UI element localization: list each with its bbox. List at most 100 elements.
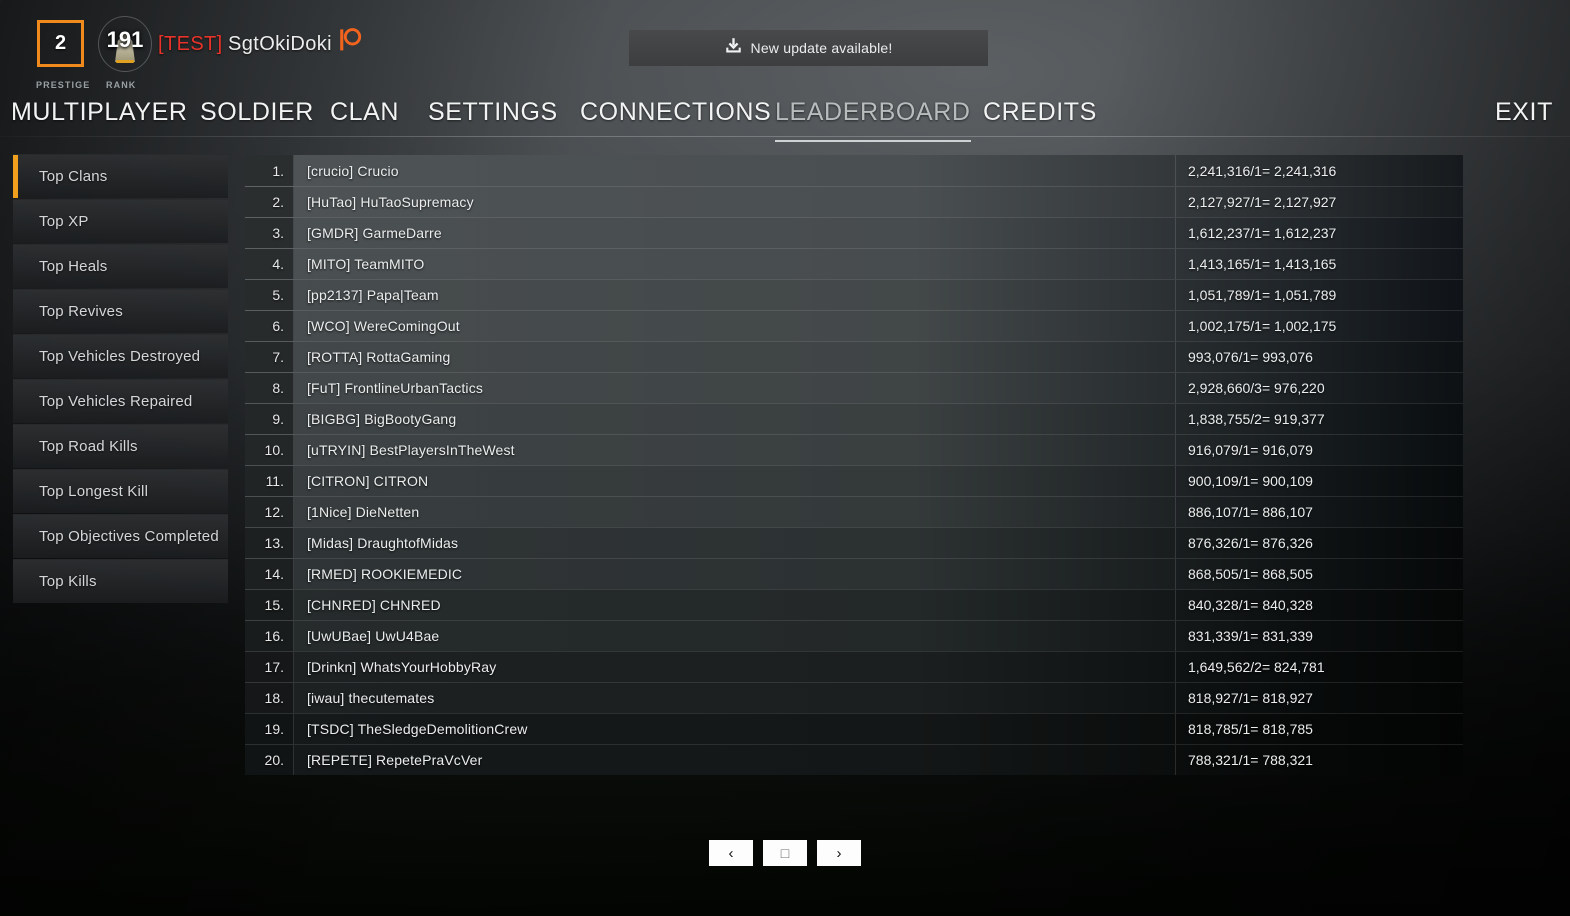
- prev-page-button[interactable]: ‹: [709, 840, 753, 866]
- nav-tab-label: LEADERBOARD: [775, 98, 971, 126]
- sidebar-item-label: Top Heals: [39, 258, 108, 275]
- row-rank: 1.: [245, 155, 294, 186]
- leaderboard-row[interactable]: 16. [UwUBae] UwU4Bae 831,339/1= 831,339: [245, 620, 1463, 651]
- row-rank: 4.: [245, 249, 294, 279]
- sidebar-item-label: Top Road Kills: [39, 438, 138, 455]
- sidebar-item-label: Top Clans: [39, 168, 108, 185]
- leaderboard-row[interactable]: 20. [REPETE] RepetePraVcVer 788,321/1= 788…: [245, 744, 1463, 775]
- current-page-button[interactable]: □: [763, 840, 807, 866]
- leaderboard-row[interactable]: 11. [CITRON] CITRON 900,109/1= 900,109: [245, 465, 1463, 496]
- leaderboard-row[interactable]: 19. [TSDC] TheSledgeDemolitionCrew 818,785…: [245, 713, 1463, 744]
- leaderboard-row[interactable]: 8. [FuT] FrontlineUrbanTactics 2,928,660/3…: [245, 372, 1463, 403]
- leaderboard-row[interactable]: 9. [BIGBG] BigBootyGang 1,838,755/2= 919,3…: [245, 403, 1463, 434]
- row-rank: 14.: [245, 559, 294, 589]
- row-rank: 7.: [245, 342, 294, 372]
- row-rank: 11.: [245, 466, 294, 496]
- row-score: 868,505/1= 868,505: [1175, 559, 1463, 589]
- main-navigation: MULTIPLAYER SOLDIER CLAN SETTINGS CONNECTION…: [0, 98, 1570, 142]
- leaderboard-row[interactable]: 12. [1Nice] DieNetten 886,107/1= 886,107: [245, 496, 1463, 527]
- row-rank: 9.: [245, 404, 294, 434]
- leaderboard-row[interactable]: 3. [GMDR] GarmeDarre 1,612,237/1= 1,612,23…: [245, 217, 1463, 248]
- row-score: 2,241,316/1= 2,241,316: [1175, 155, 1463, 186]
- row-clan-name: [RMED] ROOKIEMEDIC: [307, 566, 463, 582]
- row-rank: 5.: [245, 280, 294, 310]
- row-score: 788,321/1= 788,321: [1175, 745, 1463, 775]
- patreon-icon[interactable]: [338, 28, 362, 52]
- row-rank: 2.: [245, 187, 294, 217]
- row-rank: 6.: [245, 311, 294, 341]
- row-score: 1,838,755/2= 919,377: [1175, 404, 1463, 434]
- exit-label: EXIT: [1495, 98, 1553, 126]
- sidebar-item-label: Top Revives: [39, 303, 123, 320]
- leaderboard-row[interactable]: 2. [HuTao] HuTaoSupremacy 2,127,927/1= 2,1…: [245, 186, 1463, 217]
- sidebar-item-top-revives[interactable]: Top Revives: [13, 289, 228, 333]
- row-rank: 16.: [245, 621, 294, 651]
- sidebar-item-top-objectives-completed[interactable]: Top Objectives Completed: [13, 514, 228, 558]
- nav-tab-label: MULTIPLAYER: [11, 98, 188, 126]
- nav-tab-multiplayer[interactable]: MULTIPLAYER: [11, 98, 188, 136]
- update-banner-text: New update available!: [750, 40, 893, 56]
- nav-tab-clan[interactable]: CLAN: [330, 98, 399, 136]
- leaderboard-row[interactable]: 15. [CHNRED] CHNRED 840,328/1= 840,328: [245, 589, 1463, 620]
- nav-tab-leaderboard[interactable]: LEADERBOARD: [775, 98, 971, 142]
- rank-chevron-icon: [116, 60, 134, 63]
- rank-label: RANK: [106, 80, 137, 90]
- leaderboard-row[interactable]: 13. [Midas] DraughtofMidas 876,326/1= 876,…: [245, 527, 1463, 558]
- exit-button[interactable]: EXIT: [1495, 98, 1553, 136]
- row-clan-name: [BIGBG] BigBootyGang: [307, 411, 457, 427]
- row-score: 886,107/1= 886,107: [1175, 497, 1463, 527]
- sidebar-item-top-vehicles-repaired[interactable]: Top Vehicles Repaired: [13, 379, 228, 423]
- nav-tab-credits[interactable]: CREDITS: [983, 98, 1097, 136]
- nav-tab-settings[interactable]: SETTINGS: [428, 98, 558, 136]
- row-clan-name: [uTRYIN] BestPlayersInTheWest: [307, 442, 515, 458]
- nav-tab-connections[interactable]: CONNECTIONS: [580, 98, 771, 136]
- nav-tab-label: SOLDIER: [200, 98, 314, 126]
- leaderboard-row[interactable]: 6. [WCO] WereComingOut 1,002,175/1= 1,002,…: [245, 310, 1463, 341]
- sidebar-item-top-vehicles-destroyed[interactable]: Top Vehicles Destroyed: [13, 334, 228, 378]
- leaderboard-row[interactable]: 14. [RMED] ROOKIEMEDIC 868,505/1= 868,505: [245, 558, 1463, 589]
- sidebar-item-top-xp[interactable]: Top XP: [13, 199, 228, 243]
- sidebar-item-label: Top Vehicles Destroyed: [39, 348, 201, 365]
- row-score: 831,339/1= 831,339: [1175, 621, 1463, 651]
- row-score: 2,928,660/3= 976,220: [1175, 373, 1463, 403]
- download-icon: [725, 37, 742, 59]
- sidebar-item-top-kills[interactable]: Top Kills: [13, 559, 228, 603]
- leaderboard-table: 1. [crucio] Crucio 2,241,316/1= 2,241,316 2…: [245, 155, 1463, 775]
- row-score: 900,109/1= 900,109: [1175, 466, 1463, 496]
- leaderboard-row[interactable]: 7. [ROTTA] RottaGaming 993,076/1= 993,076: [245, 341, 1463, 372]
- nav-tab-label: CLAN: [330, 98, 400, 126]
- row-score: 1,649,562/2= 824,781: [1175, 652, 1463, 682]
- sidebar-item-top-longest-kill[interactable]: Top Longest Kill: [13, 469, 228, 513]
- leaderboard-row[interactable]: 5. [pp2137] Papa|Team 1,051,789/1= 1,051,7…: [245, 279, 1463, 310]
- sidebar-item-label: Top Longest Kill: [39, 483, 149, 500]
- prestige-badge: 2: [37, 20, 84, 67]
- row-clan-name: [crucio] Crucio: [307, 162, 399, 179]
- row-rank: 20.: [245, 745, 294, 775]
- nav-tab-soldier[interactable]: SOLDIER: [200, 98, 314, 136]
- update-available-banner[interactable]: New update available!: [629, 30, 988, 66]
- rank-badge: 191: [98, 16, 152, 72]
- sidebar-item-top-road-kills[interactable]: Top Road Kills: [13, 424, 228, 468]
- row-clan-name: [HuTao] HuTaoSupremacy: [307, 194, 474, 210]
- leaderboard-row[interactable]: 17. [Drinkn] WhatsYourHobbyRay 1,649,562/2…: [245, 651, 1463, 682]
- leaderboard-row[interactable]: 4. [MITO] TeamMITO 1,413,165/1= 1,413,165: [245, 248, 1463, 279]
- row-clan-name: [REPETE] RepetePraVcVer: [307, 752, 483, 768]
- row-clan-name: [Drinkn] WhatsYourHobbyRay: [307, 659, 497, 675]
- sidebar-item-top-clans[interactable]: Top Clans: [13, 154, 228, 198]
- row-clan-name: [TSDC] TheSledgeDemolitionCrew: [307, 721, 528, 737]
- leaderboard-row[interactable]: 10. [uTRYIN] BestPlayersInTheWest 916,079/…: [245, 434, 1463, 465]
- sidebar-item-top-heals[interactable]: Top Heals: [13, 244, 228, 288]
- sidebar-active-indicator: [13, 290, 18, 333]
- row-score: 818,785/1= 818,785: [1175, 714, 1463, 744]
- leaderboard-row[interactable]: 18. [iwau] thecutemates 818,927/1= 818,927: [245, 682, 1463, 713]
- next-page-button[interactable]: ›: [817, 840, 861, 866]
- row-clan-name: [UwUBae] UwU4Bae: [307, 628, 440, 644]
- leaderboard-row[interactable]: 1. [crucio] Crucio 2,241,316/1= 2,241,316: [245, 155, 1463, 186]
- row-score: 840,328/1= 840,328: [1175, 590, 1463, 620]
- row-clan-name: [CHNRED] CHNRED: [307, 597, 441, 613]
- row-clan-name: [1Nice] DieNetten: [307, 504, 420, 520]
- sidebar-item-label: Top XP: [39, 213, 89, 230]
- row-rank: 3.: [245, 218, 294, 248]
- row-score: 818,927/1= 818,927: [1175, 683, 1463, 713]
- nav-divider: [0, 136, 1570, 137]
